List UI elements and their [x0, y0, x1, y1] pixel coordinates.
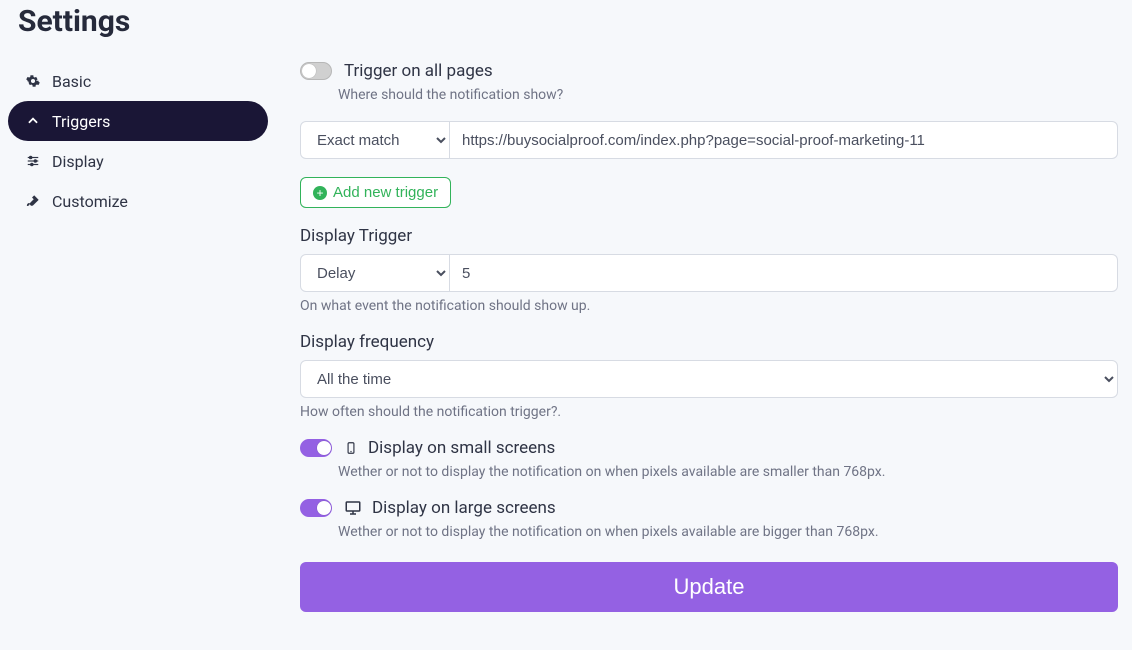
sidebar-item-display[interactable]: Display — [8, 141, 268, 181]
input-trigger-url[interactable] — [450, 121, 1118, 159]
helper-text: Where should the notification show? — [338, 87, 1118, 103]
gear-icon — [26, 74, 40, 88]
sidebar-item-basic[interactable]: Basic — [8, 61, 268, 101]
helper-text: Wether or not to display the notificatio… — [338, 524, 1118, 540]
toggle-label: Trigger on all pages — [344, 61, 493, 81]
sliders-icon — [26, 154, 40, 168]
settings-panel-triggers: Trigger on all pages Where should the no… — [268, 61, 1132, 630]
input-display-trigger-value[interactable] — [450, 254, 1118, 292]
select-trigger-match-type[interactable]: Exact match — [300, 121, 450, 159]
add-new-trigger-label: Add new trigger — [333, 184, 438, 201]
sidebar-item-customize[interactable]: Customize — [8, 181, 268, 221]
chevron-up-icon — [26, 114, 40, 128]
add-new-trigger-button[interactable]: + Add new trigger — [300, 177, 451, 208]
select-display-trigger-type[interactable]: Delay — [300, 254, 450, 292]
update-button[interactable]: Update — [300, 562, 1118, 612]
page-title: Settings — [18, 4, 1132, 39]
sidebar-item-label: Customize — [52, 192, 128, 211]
sidebar-item-label: Triggers — [52, 112, 110, 131]
toggle-display-small-screens[interactable] — [300, 439, 332, 457]
toggle-trigger-all-pages[interactable] — [300, 62, 332, 80]
toggle-display-large-screens[interactable] — [300, 499, 332, 517]
helper-text: How often should the notification trigge… — [300, 404, 1118, 420]
settings-sidebar: Basic Triggers Display — [8, 61, 268, 221]
display-trigger-label: Display Trigger — [300, 226, 1118, 246]
helper-text: Wether or not to display the notificatio… — [338, 464, 1118, 480]
sidebar-item-label: Basic — [52, 72, 91, 91]
sidebar-item-label: Display — [52, 152, 104, 171]
toggle-label: Display on large screens — [372, 498, 556, 518]
mobile-icon — [344, 439, 358, 457]
toggle-label: Display on small screens — [368, 438, 555, 458]
display-frequency-label: Display frequency — [300, 332, 1118, 352]
helper-text: On what event the notification should sh… — [300, 298, 1118, 314]
sidebar-item-triggers[interactable]: Triggers — [8, 101, 268, 141]
brush-icon — [26, 194, 40, 208]
plus-icon: + — [313, 186, 327, 200]
select-display-frequency[interactable]: All the time — [300, 360, 1118, 398]
desktop-icon — [344, 499, 362, 517]
